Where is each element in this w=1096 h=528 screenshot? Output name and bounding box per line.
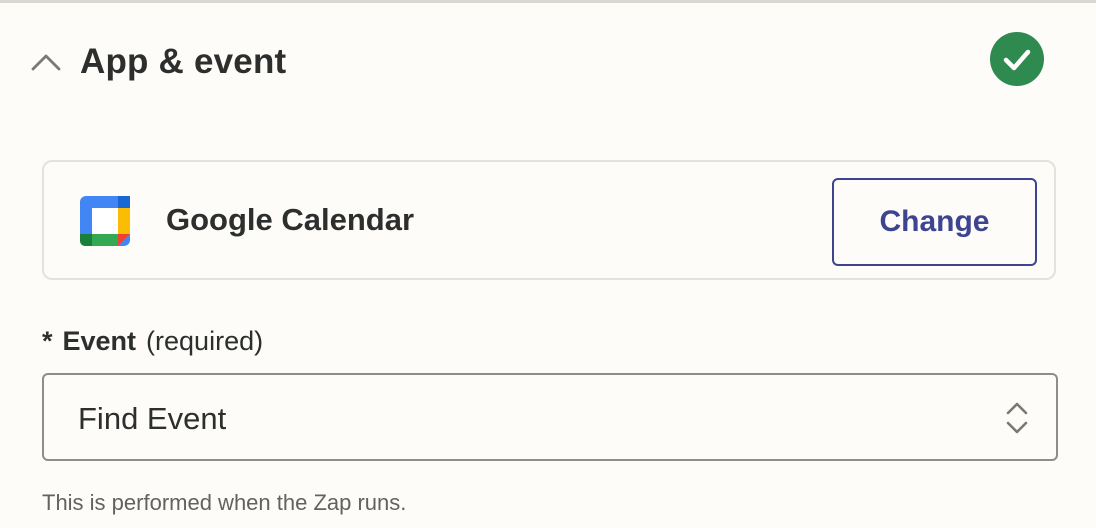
section-header[interactable]: App & event bbox=[0, 30, 1096, 94]
check-circle-icon bbox=[990, 32, 1044, 86]
chevron-up-icon[interactable] bbox=[30, 50, 62, 72]
selected-app-card: Google Calendar Change bbox=[42, 160, 1056, 280]
required-hint: (required) bbox=[146, 326, 264, 356]
top-divider bbox=[0, 0, 1096, 3]
google-calendar-icon bbox=[80, 196, 130, 246]
section-title: App & event bbox=[80, 42, 287, 81]
change-app-button[interactable]: Change bbox=[832, 178, 1037, 266]
required-marker: * bbox=[42, 326, 53, 356]
event-field-label: * Event (required) bbox=[42, 326, 263, 357]
app-name: Google Calendar bbox=[166, 202, 415, 237]
event-helper-text: This is performed when the Zap runs. bbox=[42, 490, 407, 515]
chevron-up-down-icon bbox=[1006, 402, 1028, 434]
event-select[interactable]: Find Event bbox=[42, 373, 1058, 461]
event-label-text: Event bbox=[62, 326, 137, 356]
event-select-value: Find Event bbox=[78, 401, 227, 436]
